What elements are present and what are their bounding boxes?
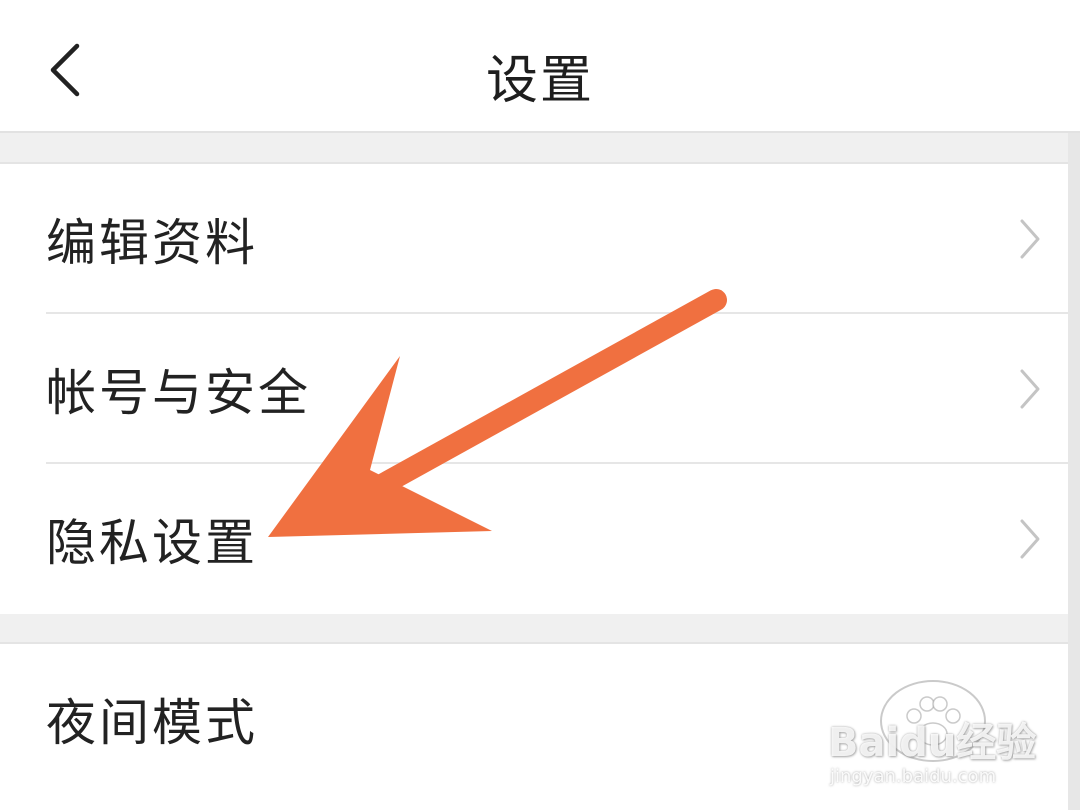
- settings-item-night-mode[interactable]: 夜间模式: [0, 644, 1080, 794]
- settings-item-account-security[interactable]: 帐号与安全: [0, 314, 1080, 464]
- settings-item-privacy[interactable]: 隐私设置: [0, 464, 1080, 614]
- section-gap: [0, 133, 1080, 162]
- settings-group-account: 编辑资料 帐号与安全 隐私设置: [0, 162, 1080, 616]
- chevron-right-icon: [1020, 369, 1040, 409]
- scrollbar[interactable]: [1068, 133, 1080, 810]
- section-gap: [0, 614, 1080, 642]
- chevron-right-icon: [1020, 219, 1040, 259]
- settings-item-edit-profile[interactable]: 编辑资料: [0, 164, 1080, 314]
- page-title: 设置: [485, 51, 594, 111]
- settings-group-display: 夜间模式: [0, 642, 1080, 794]
- chevron-right-icon: [1020, 519, 1040, 559]
- settings-item-label: 帐号与安全: [46, 364, 311, 422]
- settings-item-label: 夜间模式: [46, 694, 258, 752]
- header-bar: 设置: [0, 0, 1080, 133]
- settings-item-label: 隐私设置: [46, 514, 258, 572]
- settings-item-label: 编辑资料: [46, 214, 258, 272]
